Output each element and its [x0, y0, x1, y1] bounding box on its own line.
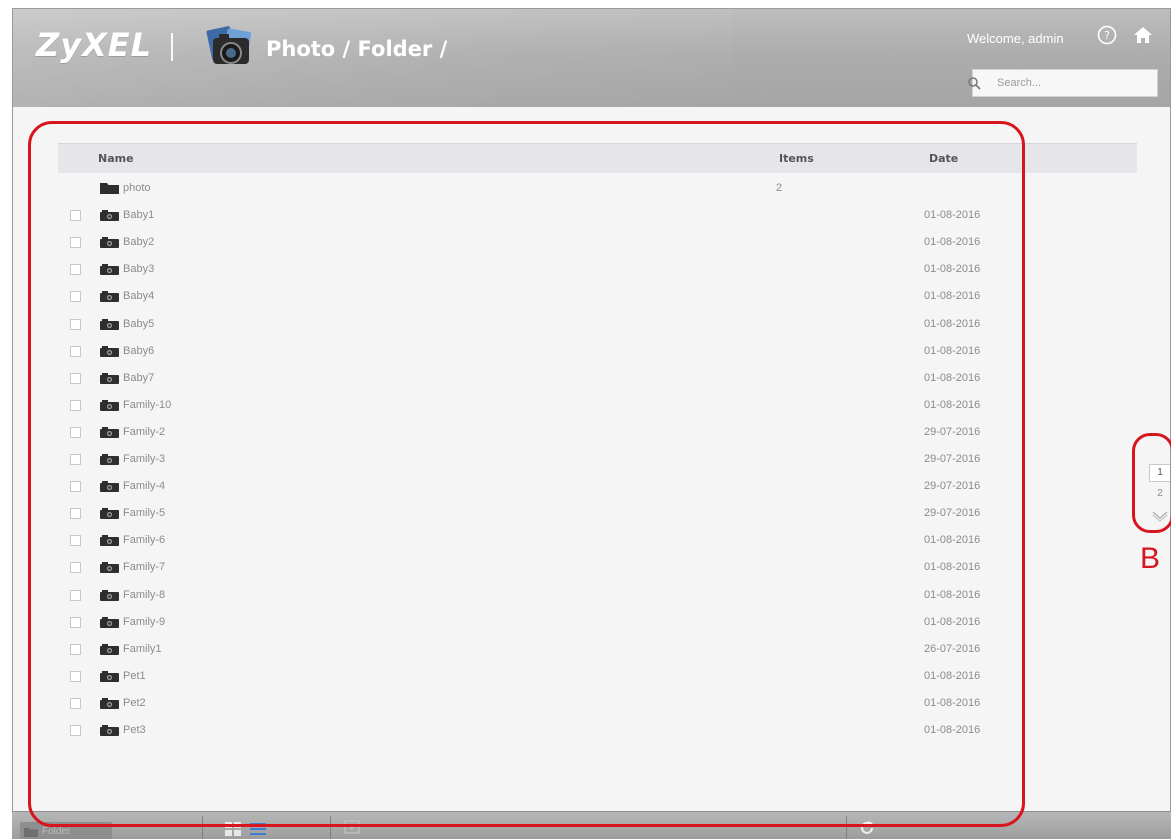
- search-icon: [968, 77, 981, 90]
- welcome-text: Welcome, admin: [967, 31, 1064, 46]
- zyxel-logo: ZyXEL: [36, 26, 152, 64]
- home-icon[interactable]: [1132, 24, 1154, 46]
- header-bar: ZyXEL Photo / Folder / Welcome, admin ? …: [13, 9, 1170, 107]
- annotation-label-b: B: [1140, 542, 1161, 575]
- folder-label: Folder: [42, 826, 71, 837]
- folder-icon: [24, 828, 38, 837]
- search-input[interactable]: Search...: [972, 69, 1158, 97]
- photo-app-icon: [206, 26, 252, 64]
- help-icon[interactable]: ?: [1096, 24, 1118, 46]
- annotation-outline-list: [28, 121, 1025, 827]
- annotation-outline-pagination: [1132, 433, 1171, 533]
- svg-text:?: ?: [1104, 29, 1110, 42]
- logo-divider: [171, 33, 173, 61]
- breadcrumb[interactable]: Photo / Folder /: [266, 37, 447, 61]
